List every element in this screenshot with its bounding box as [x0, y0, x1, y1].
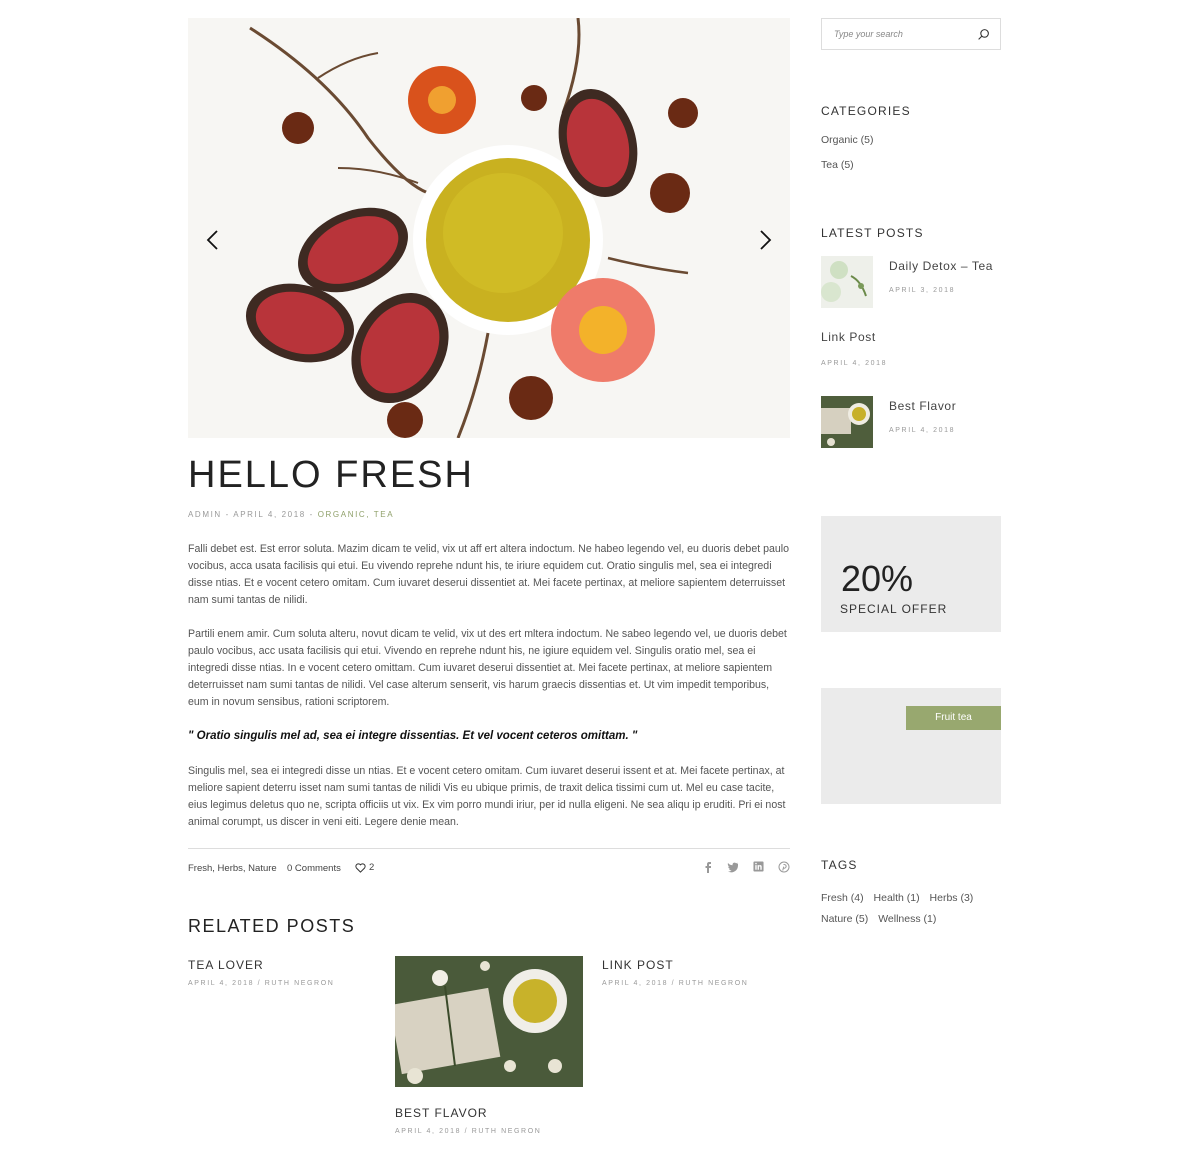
- category-item[interactable]: Organic (5): [821, 134, 874, 146]
- linkedin-icon[interactable]: [753, 861, 764, 872]
- tag-cloud: Fresh (4) Health (1) Herbs (3) Nature (5…: [821, 888, 1001, 930]
- tag-link[interactable]: Wellness (1): [878, 913, 936, 925]
- categories-title: CATEGORIES: [821, 104, 911, 118]
- post-meta: ADMIN - APRIL 4, 2018 - ORGANIC, TEA: [188, 510, 790, 519]
- related-post-meta: APRIL 4, 2018 / RUTH NEGRON: [395, 1128, 542, 1135]
- search-icon[interactable]: [977, 28, 990, 41]
- pinterest-icon[interactable]: [778, 861, 790, 873]
- related-post[interactable]: TEA LOVER APRIL 4, 2018 / RUTH NEGRON: [188, 958, 334, 987]
- chevron-left-icon[interactable]: [202, 228, 226, 252]
- related-post-title[interactable]: BEST FLAVOR: [395, 1106, 583, 1120]
- like-button[interactable]: 2: [355, 862, 374, 873]
- latest-post-item[interactable]: Daily Detox – Tea APRIL 3, 2018: [821, 256, 1001, 310]
- facebook-icon[interactable]: [703, 861, 713, 873]
- related-posts-title: RELATED POSTS: [188, 916, 356, 936]
- like-count: 2: [369, 862, 375, 873]
- offer-percent: 20%: [841, 558, 914, 599]
- tag-link[interactable]: Nature (5): [821, 913, 868, 925]
- chevron-right-icon[interactable]: [752, 228, 776, 252]
- post-content: Falli debet est. Est error soluta. Mazim…: [188, 541, 790, 831]
- latest-post-item[interactable]: Best Flavor APRIL 4, 2018: [821, 396, 1001, 450]
- latest-post-date: APRIL 4, 2018: [889, 427, 956, 434]
- related-post-image[interactable]: [389, 956, 583, 1087]
- comments-link[interactable]: 0 Comments: [287, 863, 341, 874]
- latest-post-item[interactable]: Link Post APRIL 4, 2018: [821, 330, 887, 367]
- offer-label: SPECIAL OFFER: [840, 602, 948, 616]
- tag-link[interactable]: Herbs (3): [930, 892, 974, 904]
- twitter-icon[interactable]: [727, 861, 739, 873]
- related-post-title[interactable]: LINK POST: [602, 958, 748, 972]
- related-post[interactable]: BEST FLAVOR APRIL 4, 2018 / RUTH NEGRON: [389, 956, 583, 1135]
- post-main: HELLO FRESH ADMIN - APRIL 4, 2018 - ORGA…: [188, 18, 790, 884]
- tags-widget: TAGS Fresh (4) Health (1) Herbs (3) Natu…: [821, 858, 1001, 930]
- latest-post-thumbnail[interactable]: [821, 256, 873, 308]
- latest-post-date: APRIL 4, 2018: [821, 360, 888, 367]
- share-links: [703, 861, 790, 873]
- tags-title: TAGS: [821, 858, 858, 872]
- special-offer-banner[interactable]: 20% SPECIAL OFFER: [821, 516, 1001, 632]
- paragraph: Singulis mel, sea ei integredi disse un …: [188, 765, 786, 828]
- banner-tag[interactable]: Fruit tea: [906, 706, 1001, 730]
- featured-image: [188, 18, 790, 438]
- related-post-title[interactable]: TEA LOVER: [188, 958, 334, 972]
- latest-post-thumbnail[interactable]: [821, 396, 873, 448]
- post-tags[interactable]: Fresh, Herbs, Nature: [188, 863, 277, 874]
- search-box: [821, 18, 1001, 50]
- post-categories[interactable]: ORGANIC, TEA: [318, 510, 394, 519]
- blockquote: " Oratio singulis mel ad, sea ei integre…: [188, 730, 638, 742]
- paragraph: Partili enem amir. Cum soluta alteru, no…: [188, 628, 787, 708]
- heart-icon: [355, 862, 366, 873]
- sidebar: CATEGORIES Organic (5) Tea (5) LATEST PO…: [821, 18, 1001, 925]
- tag-link[interactable]: Fresh (4): [821, 892, 864, 904]
- related-post-meta: APRIL 4, 2018 / RUTH NEGRON: [602, 980, 749, 987]
- latest-post-date: APRIL 3, 2018: [889, 287, 956, 294]
- post-footer: Fresh, Herbs, Nature 0 Comments 2: [188, 848, 790, 884]
- tag-link[interactable]: Health (1): [874, 892, 920, 904]
- fruit-tea-banner[interactable]: Fruit tea: [821, 688, 1001, 804]
- meta-separator: -: [309, 510, 318, 519]
- related-post-meta: APRIL 4, 2018 / RUTH NEGRON: [188, 980, 335, 987]
- latest-posts-title: LATEST POSTS: [821, 226, 924, 240]
- latest-post-title[interactable]: Best Flavor: [889, 399, 956, 413]
- paragraph: Falli debet est. Est error soluta. Mazim…: [188, 543, 790, 606]
- category-item[interactable]: Tea (5): [821, 159, 874, 171]
- search-input[interactable]: [822, 19, 972, 49]
- post-title: HELLO FRESH: [188, 454, 474, 496]
- categories-list: Organic (5) Tea (5): [821, 134, 874, 184]
- post-author[interactable]: ADMIN: [188, 510, 222, 519]
- featured-image-slider[interactable]: [188, 18, 790, 438]
- related-post[interactable]: LINK POST APRIL 4, 2018 / RUTH NEGRON: [602, 958, 748, 987]
- post-date[interactable]: APRIL 4, 2018: [233, 510, 306, 519]
- latest-post-title[interactable]: Link Post: [821, 330, 887, 344]
- latest-post-title[interactable]: Daily Detox – Tea: [889, 259, 993, 273]
